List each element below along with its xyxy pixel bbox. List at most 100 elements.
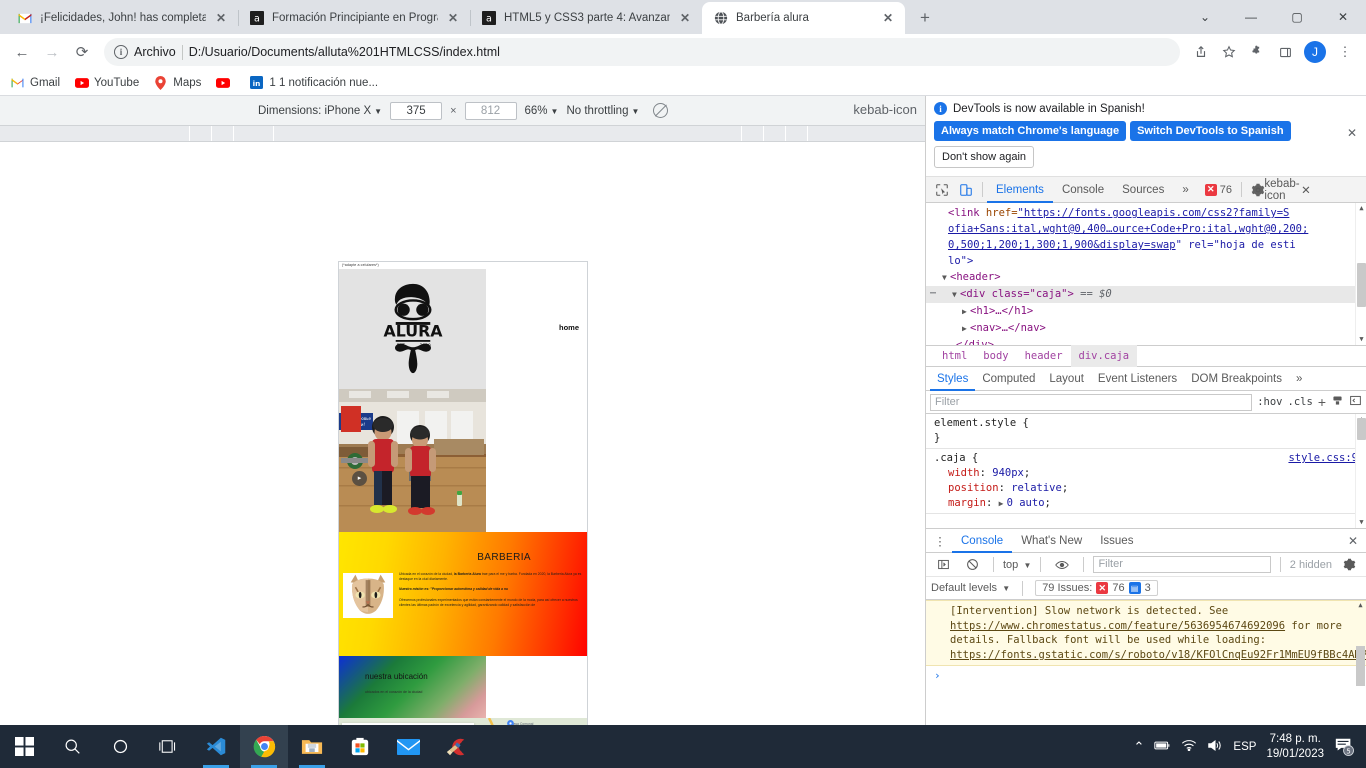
sidepanel-icon[interactable] <box>1272 38 1298 66</box>
error-count-badge[interactable]: ✕ 76 <box>1200 183 1237 197</box>
device-toggle-icon[interactable] <box>954 178 978 202</box>
dom-line-div-close[interactable]: </div> <box>926 337 1366 345</box>
browser-tab-4-active[interactable]: Barbería alura ✕ <box>702 2 905 34</box>
address-bar[interactable]: i Archivo D:/Usuario/Documents/alluta%20… <box>104 38 1180 66</box>
zoom-dropdown[interactable]: 66% ▼ <box>525 105 559 117</box>
volume-icon[interactable] <box>1207 739 1223 755</box>
info-icon[interactable]: i <box>114 45 128 59</box>
scroll-up-icon[interactable]: ▲ <box>1356 600 1365 611</box>
dom-badge-dots[interactable]: ⋯ <box>930 286 937 302</box>
dom-scrollbar[interactable]: ▲ ▼ <box>1355 203 1366 345</box>
tab-elements[interactable]: Elements <box>987 177 1053 203</box>
devtools-kebab-icon[interactable]: kebab-icon <box>1264 178 1299 202</box>
taskbar-clock[interactable]: 7:48 p. m. 19/01/2023 <box>1266 732 1324 762</box>
scroll-down-icon[interactable]: ▼ <box>1357 334 1366 345</box>
breadcrumb-html[interactable]: html <box>934 345 975 367</box>
tab-styles[interactable]: Styles <box>930 367 976 391</box>
style-rule-caja[interactable]: .caja { style.css:9 width: 940px; positi… <box>926 449 1366 514</box>
eye-icon[interactable] <box>1050 553 1074 577</box>
drawer-tab-console[interactable]: Console <box>952 529 1013 553</box>
rule-source-link[interactable]: style.css:9 <box>1288 451 1358 466</box>
play-icon[interactable]: ▸ <box>352 470 367 486</box>
tab-event-listeners[interactable]: Event Listeners <box>1091 367 1184 391</box>
tabs-overflow-icon[interactable]: » <box>1173 177 1197 203</box>
chrome-button[interactable] <box>240 725 288 768</box>
close-devtools-icon[interactable]: ✕ <box>1294 178 1318 202</box>
device-width-input[interactable]: 375 <box>390 101 443 120</box>
scrollbar-thumb[interactable] <box>1357 263 1366 307</box>
cls-button[interactable]: .cls <box>1288 396 1313 408</box>
map-place-card[interactable]: Alcaldía municipal Silvania, Cundinamarc… <box>342 722 474 725</box>
switch-to-spanish-button[interactable]: Switch DevTools to Spanish <box>1130 121 1291 141</box>
minimize-button[interactable]: — <box>1228 0 1274 34</box>
search-button[interactable] <box>48 725 96 768</box>
wifi-icon[interactable] <box>1181 739 1197 754</box>
tab-sources[interactable]: Sources <box>1113 177 1173 203</box>
start-button[interactable] <box>0 725 48 768</box>
microsoft-store-button[interactable] <box>336 725 384 768</box>
tab-computed[interactable]: Computed <box>975 367 1042 391</box>
browser-tab-2[interactable]: a Formación Principiante en Progra ✕ <box>238 2 470 34</box>
expand-triangle-icon[interactable]: ▶ <box>962 321 970 337</box>
tab-close-icon[interactable]: ✕ <box>880 10 896 26</box>
scroll-up-icon[interactable]: ▲ <box>1357 203 1366 214</box>
prop-name[interactable]: width <box>948 467 980 479</box>
hov-button[interactable]: :hov <box>1257 396 1282 408</box>
prop-name[interactable]: margin <box>948 497 986 509</box>
elements-dom-tree[interactable]: <link href="https://fonts.googleapis.com… <box>926 203 1366 345</box>
styles-scrollbar[interactable]: ▲ ▼ <box>1355 414 1366 528</box>
style-rule-element-style[interactable]: element.style { } <box>926 414 1366 449</box>
computed-sidebar-icon[interactable] <box>1331 394 1344 410</box>
mail-button[interactable] <box>384 725 432 768</box>
scroll-down-icon[interactable]: ▼ <box>1357 517 1366 528</box>
nav-home-link[interactable]: home <box>559 323 579 332</box>
tab-close-icon[interactable]: ✕ <box>445 10 461 26</box>
style-tabs-overflow-icon[interactable]: » <box>1289 367 1309 391</box>
tab-console[interactable]: Console <box>1053 177 1113 203</box>
file-explorer-button[interactable] <box>288 725 336 768</box>
vscode-button[interactable] <box>192 725 240 768</box>
new-tab-button[interactable]: + <box>911 4 939 32</box>
dom-line[interactable]: 0,500;1,200;1,300;1,900&display=swap" re… <box>926 237 1366 253</box>
close-drawer-icon[interactable]: ✕ <box>1348 534 1358 548</box>
console-scrollbar[interactable]: ▲ <box>1355 600 1366 725</box>
console-context-dropdown[interactable]: top ▼ <box>1003 559 1031 571</box>
styles-filter-input[interactable]: Filter <box>930 393 1253 411</box>
scrollbar-thumb[interactable] <box>1356 646 1365 686</box>
dom-line-div-caja-selected[interactable]: ⋯ ▼ <div class="caja"> == $0 <box>926 286 1366 303</box>
bookmark-youtube-2[interactable] <box>215 75 235 90</box>
emulated-device-frame[interactable]: (*adapte a celulares*) ALURA home здоров… <box>338 261 588 725</box>
dom-line[interactable]: <link href="https://fonts.googleapis.com… <box>926 205 1366 221</box>
google-map-embed[interactable]: Alcaldía municipal Silvania, Cundinamarc… <box>339 717 587 725</box>
drawer-kebab-icon[interactable]: ⋮ <box>928 529 952 553</box>
console-filter-input[interactable]: Filter <box>1093 556 1271 573</box>
default-levels-dropdown[interactable]: Default levels ▼ <box>931 582 1010 594</box>
issues-summary-button[interactable]: 79 Issues: ✕ 76 ▤ 3 <box>1035 580 1158 596</box>
tab-dom-breakpoints[interactable]: DOM Breakpoints <box>1184 367 1289 391</box>
dom-url-cont[interactable]: ofia+Sans:ital,wght@0,400…ource+Code+Pro… <box>948 223 1308 235</box>
bookmark-maps[interactable]: Maps <box>153 75 201 90</box>
dom-url-cont[interactable]: 0,500;1,200;1,300;1,900&display=swap <box>948 239 1176 251</box>
dom-url[interactable]: "https://fonts.googleapis.com/css2?famil… <box>1018 207 1290 219</box>
puzzle-icon[interactable] <box>1244 38 1270 66</box>
battery-icon[interactable] <box>1154 739 1171 754</box>
scrollbar-thumb[interactable] <box>1357 418 1366 440</box>
dom-line[interactable]: ofia+Sans:ital,wght@0,400…ource+Code+Pro… <box>926 221 1366 237</box>
dom-line-h1[interactable]: ▶ <h1>…</h1> <box>926 303 1366 320</box>
breadcrumb-div-caja[interactable]: div.caja <box>1070 345 1138 367</box>
breadcrumb-body[interactable]: body <box>975 345 1016 367</box>
dom-line[interactable]: lo"> <box>926 253 1366 269</box>
browser-tab-1[interactable]: ¡Felicidades, John! has completado ✕ <box>6 2 238 34</box>
device-toolbar-kebab-icon[interactable]: kebab-icon <box>853 102 917 117</box>
tab-layout[interactable]: Layout <box>1042 367 1091 391</box>
expand-triangle-icon[interactable]: ▶ <box>962 304 970 320</box>
breadcrumb-header[interactable]: header <box>1017 345 1071 367</box>
styles-rules-pane[interactable]: element.style { } .caja { style.css:9 wi… <box>926 414 1366 528</box>
star-icon[interactable] <box>1216 38 1242 66</box>
dom-line-header[interactable]: ▼ <header> <box>926 269 1366 286</box>
dom-line-nav[interactable]: ▶ <nav>…</nav> <box>926 320 1366 337</box>
expand-triangle-icon[interactable]: ▼ <box>952 287 960 303</box>
prop-value[interactable]: 0 auto <box>1007 497 1045 509</box>
drawer-tab-whats-new[interactable]: What's New <box>1012 529 1091 553</box>
tab-close-icon[interactable]: ✕ <box>677 10 693 26</box>
